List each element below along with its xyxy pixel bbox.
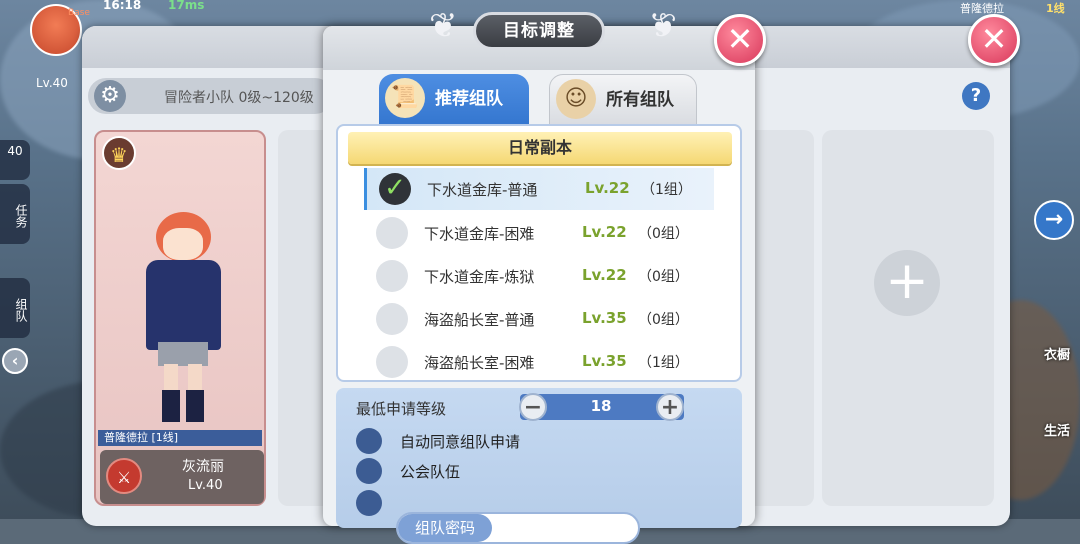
level-badge-value: 40	[7, 144, 23, 158]
unchecked-circle-icon[interactable]	[376, 303, 408, 335]
guild-team-toggle[interactable]	[356, 458, 382, 484]
left-hud: 40 任务 组队 ‹	[0, 140, 30, 440]
dungeon-list[interactable]: 日常副本 ✓ 下水道金库-普通 Lv.22 （1组） 下水道金库-困难 Lv.2…	[336, 124, 742, 382]
tab-all[interactable]: ☺ 所有组队	[549, 74, 697, 126]
dungeon-name: 海盗船长室-普通	[424, 311, 535, 329]
dungeon-row[interactable]: 下水道金库-困难 Lv.22 （0组）	[364, 212, 714, 254]
dungeon-group-count: （1组）	[638, 355, 689, 371]
clock: 16:18	[103, 0, 142, 12]
tab-quest-label: 任务	[14, 204, 28, 228]
add-member-icon[interactable]: +	[874, 250, 940, 316]
tab-recommended-label: 推荐组队	[435, 89, 503, 109]
target-adjust-dialog: ❦ ❦ 目标调整 📜 推荐组队 ☺ 所有组队 日常副本 ✓ 下水道金库-普通 L…	[323, 6, 755, 544]
dungeon-group-count: （0组）	[638, 312, 689, 328]
dungeon-name: 海盗船长室-困难	[424, 354, 535, 372]
right-hud: → 衣橱 生活	[1010, 60, 1080, 460]
member-level: Lv.40	[188, 478, 223, 493]
gear-icon[interactable]: ⚙	[94, 80, 126, 112]
dungeon-name: 下水道金库-困难	[424, 225, 535, 243]
wardrobe-label[interactable]: 衣橱	[1044, 344, 1070, 363]
dungeon-name: 下水道金库-炼狱	[424, 268, 535, 286]
tab-team-label: 组队	[14, 298, 28, 322]
crown-icon: ♛	[102, 136, 136, 170]
swords-icon: ⚔	[106, 458, 142, 494]
life-label[interactable]: 生活	[1044, 420, 1070, 439]
plus-icon[interactable]: +	[656, 393, 684, 421]
dungeon-level: Lv.22	[582, 266, 627, 284]
dungeon-level: Lv.35	[582, 352, 627, 370]
scroll-icon: 📜	[385, 78, 425, 118]
auto-accept-toggle[interactable]	[356, 428, 382, 454]
right-wing-icon: ❦	[648, 6, 678, 46]
dungeon-row[interactable]: ✓ 下水道金库-普通 Lv.22 （1组）	[364, 168, 714, 210]
dungeon-row[interactable]: 下水道金库-炼狱 Lv.22 （0组）	[364, 255, 714, 297]
dungeon-row[interactable]: 海盗船长室-普通 Lv.35 （0组）	[364, 298, 714, 340]
team-settings: 最低申请等级 − 18 + 自动同意组队申请 公会队伍 组队密码	[336, 388, 742, 544]
dungeon-level: Lv.22	[582, 223, 627, 241]
tab-quest[interactable]: 任务	[0, 184, 30, 244]
unchecked-circle-icon[interactable]	[376, 260, 408, 292]
tab-team[interactable]: 组队	[0, 278, 30, 338]
category-header[interactable]: 日常副本	[348, 132, 732, 164]
dungeon-group-count: （1组）	[641, 182, 692, 198]
team-password-field[interactable]: 组队密码	[396, 512, 640, 544]
collapse-left-arrow-icon[interactable]: ‹	[2, 348, 28, 374]
help-icon[interactable]: ?	[962, 82, 990, 110]
member-card: ⚔ 灰流丽 Lv.40	[100, 450, 264, 504]
server-tag: 普隆德拉 [1线]	[98, 430, 262, 446]
player-tag: Base	[68, 8, 90, 18]
dungeon-level: Lv.22	[585, 179, 630, 197]
tab-all-label: 所有组队	[606, 90, 674, 110]
min-level-value: 18	[590, 397, 612, 415]
team-info-bar: ⚙ 冒险者小队 0级~120级	[88, 78, 333, 114]
guild-team-label: 公会队伍	[400, 463, 461, 481]
minus-icon[interactable]: −	[519, 393, 547, 421]
expand-right-arrow-icon[interactable]: →	[1034, 200, 1074, 240]
checkmark-icon[interactable]: ✓	[379, 173, 411, 205]
close-dialog-button[interactable]: ✕	[714, 14, 766, 66]
dungeon-level: Lv.35	[582, 309, 627, 327]
team-slot-empty[interactable]: +	[822, 130, 994, 506]
dungeon-row[interactable]: 海盗船长室-困难 Lv.35 （1组）	[364, 341, 714, 380]
dungeon-name: 下水道金库-普通	[427, 181, 538, 199]
ping-readout: 17ms	[168, 0, 205, 12]
unchecked-circle-icon[interactable]	[376, 346, 408, 378]
server-line[interactable]: 1线	[1046, 0, 1065, 16]
dialog-title: 目标调整	[473, 12, 605, 50]
auto-accept-label: 自动同意组队申请	[400, 433, 521, 451]
dungeon-group-count: （0组）	[638, 226, 689, 242]
password-label: 组队密码	[398, 514, 492, 542]
member-name: 灰流丽	[182, 459, 224, 475]
close-team-panel-button[interactable]: ✕	[968, 14, 1020, 66]
poring-icon: ☺	[556, 79, 596, 119]
character-model	[136, 212, 231, 422]
team-slot-leader[interactable]: ♛ 普隆德拉 [1线] ⚔ 灰流丽 Lv.40	[94, 130, 266, 506]
unchecked-circle-icon[interactable]	[376, 217, 408, 249]
tab-recommended[interactable]: 📜 推荐组队	[379, 74, 529, 126]
dungeon-group-count: （0组）	[638, 269, 689, 285]
level-badge: 40	[0, 140, 30, 180]
player-level: Lv.40	[36, 76, 68, 90]
min-level-stepper[interactable]: − 18 +	[519, 393, 684, 421]
password-toggle[interactable]	[356, 490, 382, 516]
min-level-label: 最低申请等级	[356, 400, 447, 418]
team-title: 冒险者小队 0级~120级	[164, 90, 314, 106]
